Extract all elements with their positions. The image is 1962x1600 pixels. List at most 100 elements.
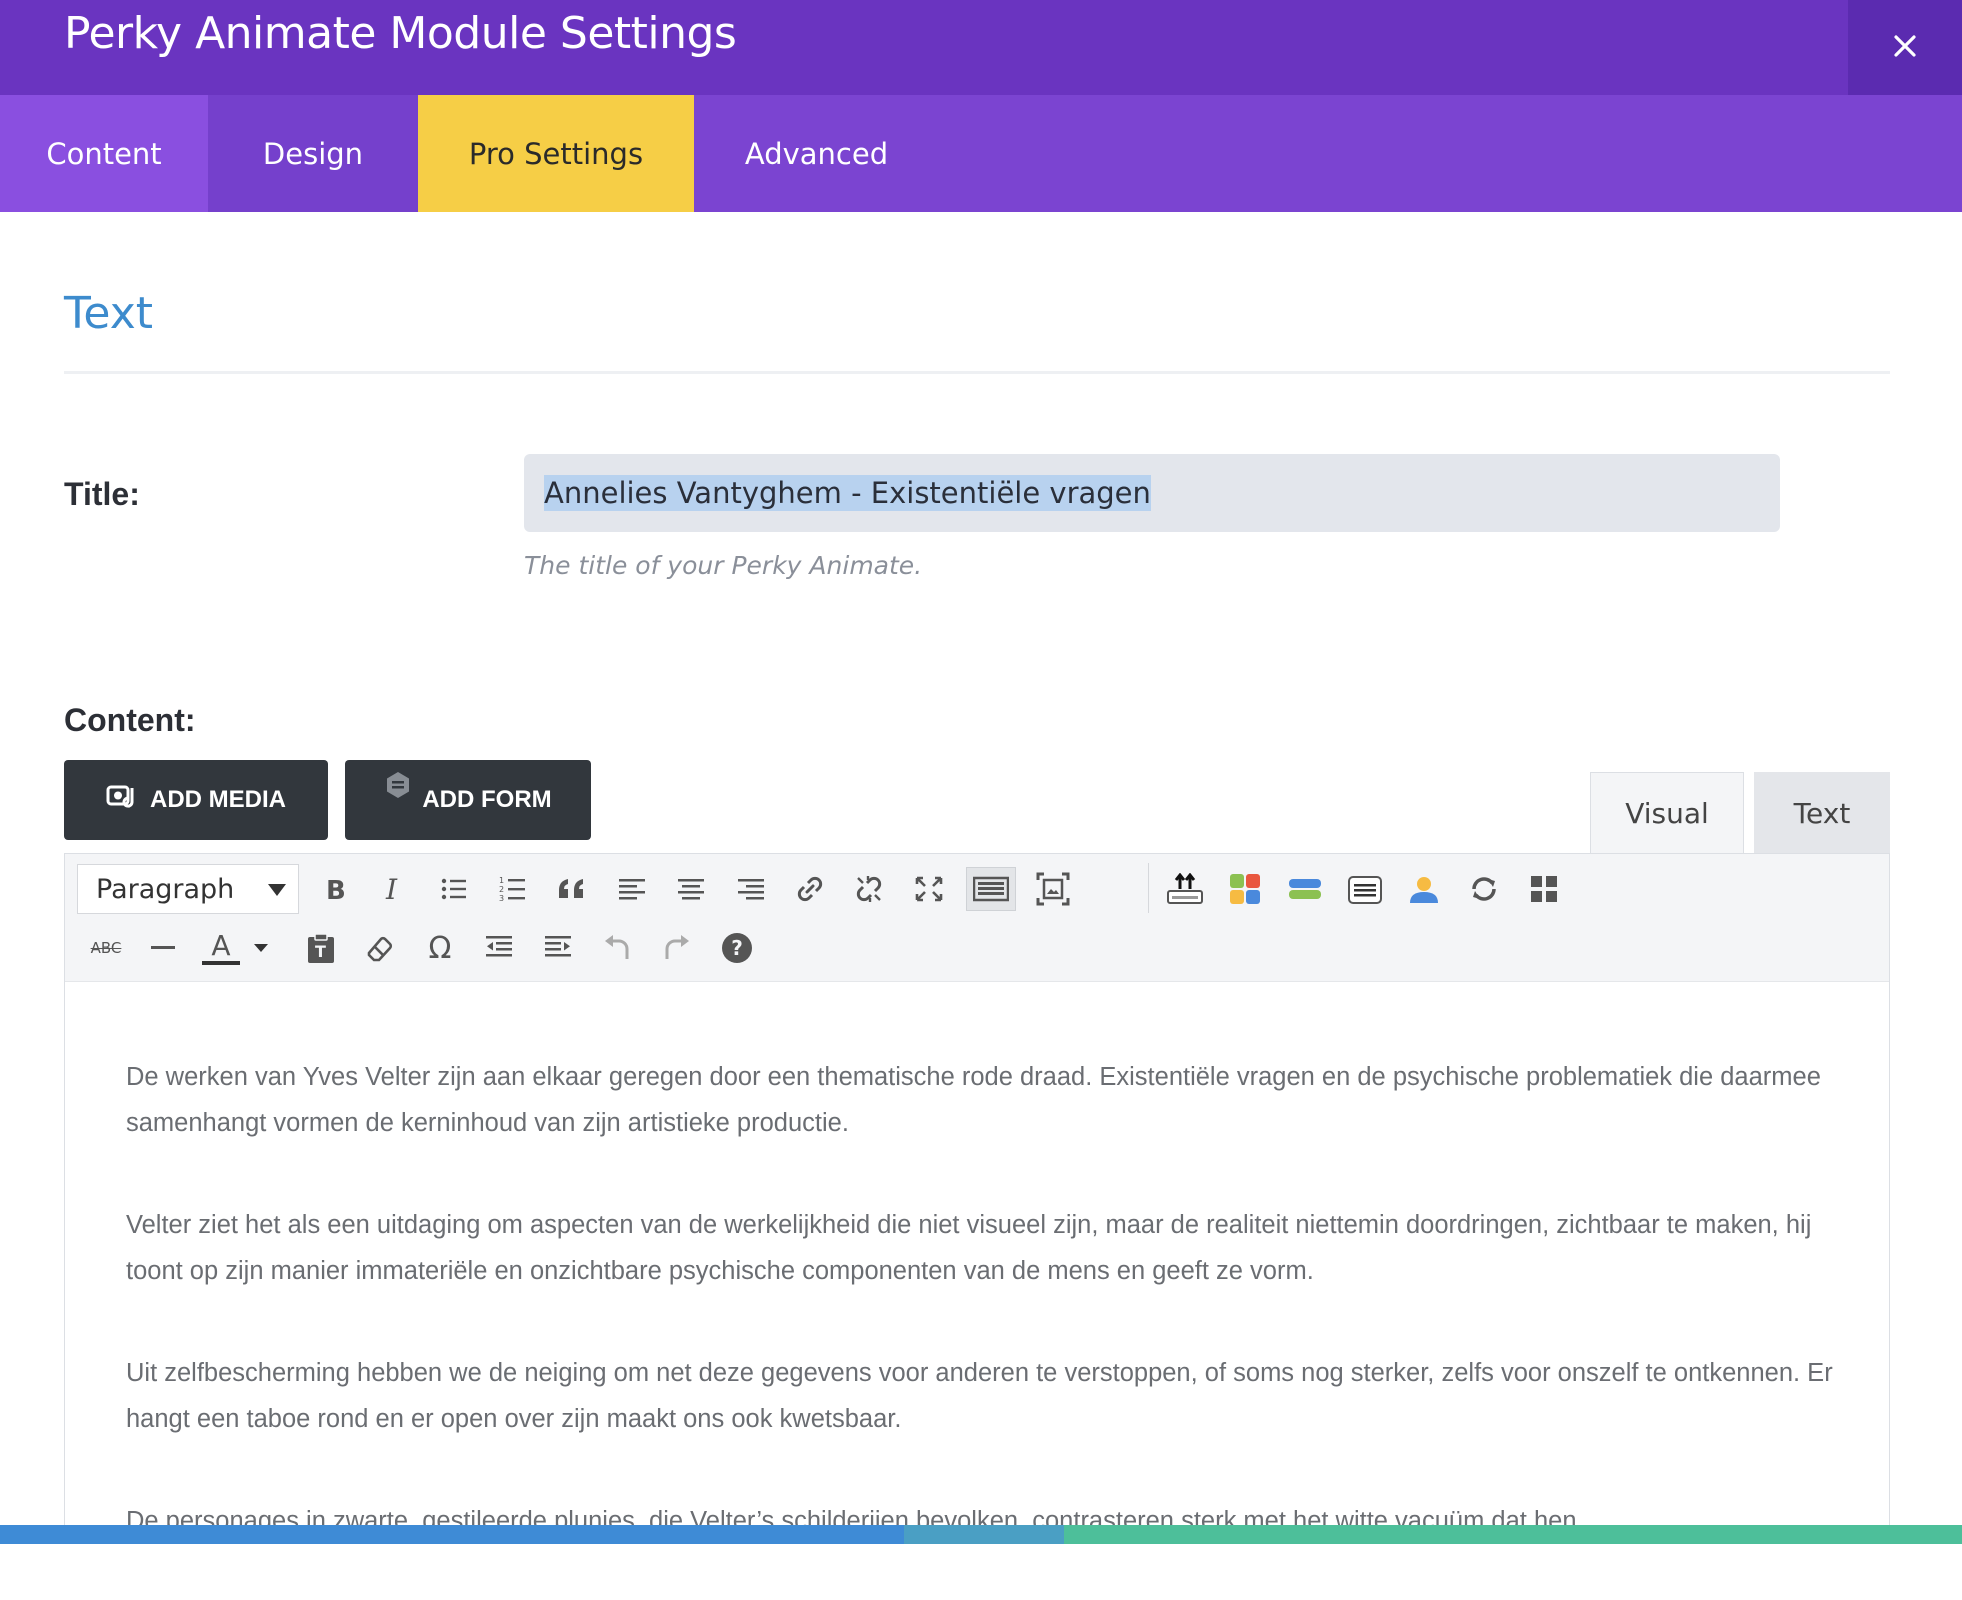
modal-title: Perky Animate Module Settings (64, 8, 737, 59)
tab-advanced[interactable]: Advanced (694, 95, 939, 212)
tab-visual[interactable]: Visual (1590, 772, 1744, 854)
add-media-button[interactable]: ADD MEDIA (64, 760, 328, 840)
editor-toolbar: Paragraph B I 123 ABC A T Ω ? (65, 854, 1889, 982)
svg-text:3: 3 (499, 894, 504, 903)
add-form-label: ADD FORM (422, 786, 552, 813)
user-plugin-button[interactable] (1402, 867, 1446, 911)
media-icon (106, 782, 140, 819)
clear-formatting-button[interactable] (358, 926, 402, 970)
layers-plugin-button[interactable] (1283, 867, 1327, 911)
title-input[interactable]: Annelies Vantyghem - Existentiële vragen (524, 454, 1780, 532)
tab-content[interactable]: Content (0, 95, 208, 212)
add-form-button[interactable]: ADD FORM (345, 760, 591, 840)
strikethrough-button[interactable]: ABC (81, 926, 131, 970)
indent-icon (543, 934, 573, 962)
content-editor: Paragraph B I 123 ABC A T Ω ? De werken … (64, 853, 1890, 1544)
refresh-button[interactable] (1462, 867, 1506, 911)
text-color-glyph: A (211, 929, 231, 962)
outdent-button[interactable] (477, 926, 521, 970)
remove-link-button[interactable] (847, 867, 891, 911)
italic-button[interactable]: I (372, 867, 416, 911)
color-grid-icon (1228, 872, 1262, 906)
help-button[interactable]: ? (715, 926, 759, 970)
tab-design[interactable]: Design (208, 95, 418, 212)
fullscreen-button[interactable] (907, 867, 951, 911)
italic-icon: I (382, 876, 406, 902)
close-icon (1893, 34, 1917, 62)
omega-icon: Ω (428, 930, 452, 966)
paragraph: Uit zelfbescherming hebben we de neiging… (126, 1359, 1833, 1433)
numbered-list-icon: 123 (499, 875, 527, 903)
svg-text:2: 2 (499, 885, 504, 894)
horizontal-line-button[interactable] (141, 926, 185, 970)
align-center-button[interactable] (669, 867, 713, 911)
align-center-icon (677, 876, 705, 902)
grid-icon (1530, 875, 1558, 903)
refresh-icon (1468, 873, 1500, 905)
align-right-icon (737, 876, 765, 902)
text-color-icon: A (202, 931, 240, 965)
list-plugin-button[interactable] (1343, 867, 1387, 911)
help-glyph: ? (731, 936, 743, 960)
strikethrough-icon: ABC (91, 939, 122, 957)
unlink-icon (854, 874, 884, 904)
paragraph: De werken van Yves Velter zijn aan elkaa… (126, 1063, 1821, 1137)
chevron-down-icon (268, 884, 286, 896)
close-button[interactable] (1848, 0, 1962, 95)
special-character-button[interactable]: Ω (418, 926, 462, 970)
user-icon (1407, 872, 1441, 906)
keyboard-icon (973, 876, 1009, 902)
outdent-icon (484, 934, 514, 962)
bulleted-list-icon (440, 876, 468, 902)
svg-text:I: I (385, 876, 398, 902)
paste-text-button[interactable]: T (299, 926, 343, 970)
title-label: Title: (64, 476, 140, 512)
undo-button[interactable] (595, 926, 639, 970)
format-select-value: Paragraph (96, 873, 235, 905)
bulleted-list-button[interactable] (432, 867, 476, 911)
distraction-free-button[interactable] (1031, 867, 1075, 911)
redo-button[interactable] (655, 926, 699, 970)
svg-text:B: B (326, 876, 346, 902)
text-color-dropdown[interactable] (246, 926, 276, 970)
eraser-icon (365, 933, 395, 963)
blockquote-button[interactable] (550, 867, 594, 911)
upload-icon (1166, 873, 1204, 905)
chevron-down-icon (253, 942, 269, 954)
list-box-icon (1347, 873, 1383, 905)
help-icon: ? (722, 933, 752, 963)
grid-plugin-button[interactable] (1223, 867, 1267, 911)
upload-plugin-button[interactable] (1163, 867, 1207, 911)
bold-button[interactable]: B (313, 867, 357, 911)
focus-mode-icon (1036, 872, 1070, 906)
toolbar-toggle-button[interactable] (966, 867, 1016, 911)
indent-button[interactable] (536, 926, 580, 970)
layers-icon (1287, 874, 1323, 904)
align-right-button[interactable] (729, 867, 773, 911)
clipboard-icon: T (306, 932, 336, 964)
section-title: Text (64, 288, 153, 339)
align-left-icon (618, 876, 646, 902)
quote-icon (557, 876, 587, 902)
content-label: Content: (64, 702, 196, 738)
svg-text:T: T (315, 942, 326, 961)
bottom-bar (0, 1525, 1962, 1544)
tab-text[interactable]: Text (1754, 772, 1890, 854)
settings-tabs: Content Design Pro Settings Advanced (0, 95, 1962, 212)
insert-link-button[interactable] (788, 867, 832, 911)
format-select[interactable]: Paragraph (77, 864, 299, 914)
bottom-bar-segment (1064, 1525, 1962, 1544)
title-input-value: Annelies Vantyghem - Existentiële vragen (544, 475, 1151, 511)
title-hint: The title of your Perky Animate. (524, 551, 923, 580)
tab-pro-settings[interactable]: Pro Settings (418, 95, 694, 212)
add-media-label: ADD MEDIA (150, 786, 286, 813)
align-left-button[interactable] (610, 867, 654, 911)
link-icon (795, 874, 825, 904)
form-icon (384, 771, 412, 806)
numbered-list-button[interactable]: 123 (491, 867, 535, 911)
text-color-button[interactable]: A (199, 926, 243, 970)
undo-icon (601, 933, 633, 963)
editor-body[interactable]: De werken van Yves Velter zijn aan elkaa… (126, 1054, 1846, 1600)
modules-button[interactable] (1522, 867, 1566, 911)
modal-header: Perky Animate Module Settings (0, 0, 1962, 95)
